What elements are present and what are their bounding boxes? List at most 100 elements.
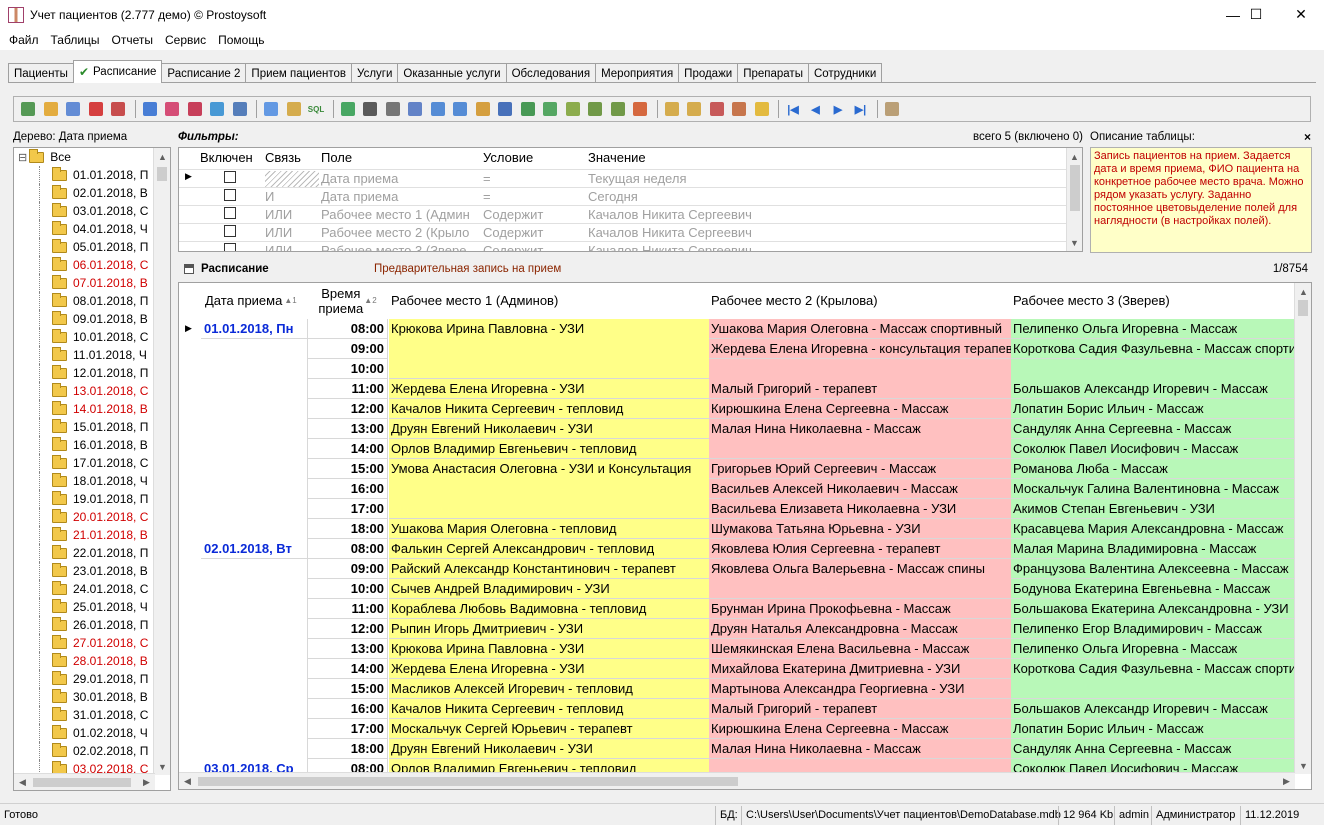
- lightning-icon[interactable]: [752, 99, 772, 119]
- scroll-down-icon[interactable]: ▼: [1067, 234, 1082, 251]
- print-icon[interactable]: [383, 99, 403, 119]
- filter-toggle-icon[interactable]: [261, 99, 281, 119]
- cell-workplace-1[interactable]: Друян Евгений Николаевич - УЗИ: [389, 739, 709, 759]
- tree-item[interactable]: 25.01.2018, Ч: [14, 598, 155, 616]
- tree-item[interactable]: 14.01.2018, В: [14, 400, 155, 418]
- cell-workplace-3[interactable]: Короткова Садия Фазульевна - Массаж спор…: [1011, 659, 1295, 679]
- cell-date[interactable]: [201, 359, 307, 379]
- edit-record-icon[interactable]: [41, 99, 61, 119]
- cell-workplace-1[interactable]: Кораблева Любовь Вадимовна - тепловид: [389, 599, 709, 619]
- col-header-time[interactable]: Время приема ▲2: [307, 283, 388, 318]
- cell-date[interactable]: 02.01.2018, Вт: [201, 539, 307, 559]
- tree-item[interactable]: 01.01.2018, П: [14, 166, 155, 184]
- filter-edit-icon[interactable]: [230, 99, 250, 119]
- cell-workplace-2[interactable]: Кирюшкина Елена Сергеевна - Массаж: [709, 399, 1011, 419]
- menu-item-1[interactable]: Таблицы: [45, 33, 106, 47]
- tree-item[interactable]: 28.01.2018, В: [14, 652, 155, 670]
- filter-field[interactable]: Дата приема: [321, 189, 481, 204]
- cell-workplace-3[interactable]: Москальчук Галина Валентиновна - Массаж: [1011, 479, 1295, 499]
- cell-time[interactable]: 17:00: [307, 499, 388, 519]
- cell-workplace-2[interactable]: Васильев Алексей Николаевич - Массаж: [709, 479, 1011, 499]
- filter-clear-icon[interactable]: [207, 99, 227, 119]
- menu-item-2[interactable]: Отчеты: [106, 33, 159, 47]
- cell-date[interactable]: [201, 419, 307, 439]
- tab-3[interactable]: Прием пациентов: [245, 63, 353, 83]
- table-row[interactable]: 11:00 Кораблева Любовь Вадимовна - теплов…: [179, 599, 1295, 619]
- fields-icon[interactable]: [729, 99, 749, 119]
- table-row[interactable]: 10:00: [179, 359, 1295, 379]
- cell-date[interactable]: [201, 719, 307, 739]
- next-record-icon[interactable]: ▶: [828, 99, 848, 119]
- cell-workplace-1[interactable]: Фалькин Сергей Александрович - тепловид: [389, 539, 709, 559]
- col-header-workplace-2[interactable]: Рабочее место 2 (Крылова): [711, 283, 878, 318]
- cell-workplace-3[interactable]: [1011, 359, 1295, 379]
- filter-field[interactable]: Рабочее место 3 (Звере: [321, 243, 481, 251]
- scroll-thumb[interactable]: [33, 778, 131, 787]
- table-row[interactable]: 10:00 Сычев Андрей Владимирович - УЗИ Боду…: [179, 579, 1295, 599]
- enabled-checkbox[interactable]: [224, 189, 236, 201]
- menu-item-0[interactable]: Файл: [3, 33, 45, 47]
- tree-item[interactable]: 01.02.2018, Ч: [14, 724, 155, 742]
- cell-workplace-3[interactable]: Соколюк Павел Иосифович - Массаж: [1011, 439, 1295, 459]
- delete-all-icon[interactable]: [108, 99, 128, 119]
- cell-workplace-1[interactable]: Масликов Алексей Игоревич - тепловид: [389, 679, 709, 699]
- cell-workplace-1[interactable]: Умова Анастасия Олеговна - УЗИ и Консуль…: [389, 459, 709, 479]
- word-export-icon[interactable]: [495, 99, 515, 119]
- tree-item[interactable]: 16.01.2018, В: [14, 436, 155, 454]
- table-row[interactable]: 15:00 Масликов Алексей Игоревич - теплови…: [179, 679, 1295, 699]
- cell-workplace-1[interactable]: Москальчук Сергей Юрьевич - терапевт: [389, 719, 709, 739]
- cell-workplace-3[interactable]: Большакова Екатерина Александровна - УЗИ: [1011, 599, 1295, 619]
- cell-workplace-2[interactable]: Яковлева Ольга Валерьевна - Массаж спины: [709, 559, 1011, 579]
- tree-item[interactable]: 20.01.2018, С: [14, 508, 155, 526]
- table-row[interactable]: 17:00 Васильева Елизавета Николаевна - УЗ…: [179, 499, 1295, 519]
- tree-horizontal-scrollbar[interactable]: ◀ ▶: [14, 773, 155, 790]
- sort-2-icon[interactable]: [684, 99, 704, 119]
- filter-condition[interactable]: Содержит: [483, 243, 586, 251]
- table-row[interactable]: 12:00 Рыпин Игорь Дмитриевич - УЗИ Друян Н…: [179, 619, 1295, 639]
- cell-workplace-3[interactable]: Французова Валентина Алексеевна - Массаж: [1011, 559, 1295, 579]
- cell-workplace-3[interactable]: Пелипенко Ольга Игоревна - Массаж: [1011, 319, 1295, 339]
- cell-time[interactable]: 08:00: [307, 539, 388, 559]
- cell-workplace-3[interactable]: Пелипенко Егор Владимирович - Массаж: [1011, 619, 1295, 639]
- excel-export-icon[interactable]: [518, 99, 538, 119]
- cell-time[interactable]: 17:00: [307, 719, 388, 739]
- first-record-icon[interactable]: |◀: [783, 99, 803, 119]
- cell-workplace-1[interactable]: [389, 479, 709, 499]
- tree-item[interactable]: 13.01.2018, С: [14, 382, 155, 400]
- cell-date[interactable]: [201, 479, 307, 499]
- cell-time[interactable]: 10:00: [307, 579, 388, 599]
- filter-link[interactable]: ИЛИ: [265, 243, 319, 251]
- cell-date[interactable]: [201, 459, 307, 479]
- cell-workplace-1[interactable]: Друян Евгений Николаевич - УЗИ: [389, 419, 709, 439]
- cell-workplace-2[interactable]: Шемякинская Елена Васильевна - Массаж: [709, 639, 1011, 659]
- cell-time[interactable]: 15:00: [307, 679, 388, 699]
- cell-workplace-1[interactable]: [389, 339, 709, 359]
- cell-workplace-2[interactable]: Брунман Ирина Прокофьевна - Массаж: [709, 599, 1011, 619]
- scroll-up-icon[interactable]: ▲: [1295, 283, 1311, 300]
- report-3-icon[interactable]: [473, 99, 493, 119]
- cell-workplace-2[interactable]: Ушакова Мария Олеговна - Массаж спортивн…: [709, 319, 1011, 339]
- tree-item[interactable]: 18.01.2018, Ч: [14, 472, 155, 490]
- cell-date[interactable]: [201, 639, 307, 659]
- tree-item[interactable]: 10.01.2018, С: [14, 328, 155, 346]
- table-row[interactable]: 18:00 Друян Евгений Николаевич - УЗИ Малая…: [179, 739, 1295, 759]
- filter-field[interactable]: Дата приема: [321, 171, 481, 186]
- tree-vertical-scrollbar[interactable]: ▲ ▼: [153, 148, 170, 775]
- cell-workplace-1[interactable]: Рыпин Игорь Дмитриевич - УЗИ: [389, 619, 709, 639]
- chart-icon[interactable]: [630, 99, 650, 119]
- grid-vertical-scrollbar[interactable]: ▲ ▼: [1294, 283, 1311, 774]
- menu-item-4[interactable]: Помощь: [212, 33, 270, 47]
- sql-icon[interactable]: SQL: [306, 99, 326, 119]
- tree-item[interactable]: 27.01.2018, С: [14, 634, 155, 652]
- tree-item[interactable]: 11.01.2018, Ч: [14, 346, 155, 364]
- scroll-thumb[interactable]: [1070, 165, 1080, 211]
- cell-workplace-3[interactable]: Сандуляк Анна Сергеевна - Массаж: [1011, 419, 1295, 439]
- tree-item[interactable]: 15.01.2018, П: [14, 418, 155, 436]
- copy-record-icon[interactable]: [63, 99, 83, 119]
- tree-root[interactable]: ⊟ Все: [14, 148, 155, 166]
- tab-9[interactable]: Препараты: [737, 63, 809, 83]
- tree-item[interactable]: 22.01.2018, П: [14, 544, 155, 562]
- cell-date[interactable]: [201, 579, 307, 599]
- filter-link[interactable]: [265, 171, 319, 187]
- filter-value[interactable]: Качалов Никита Сергеевич: [588, 225, 868, 240]
